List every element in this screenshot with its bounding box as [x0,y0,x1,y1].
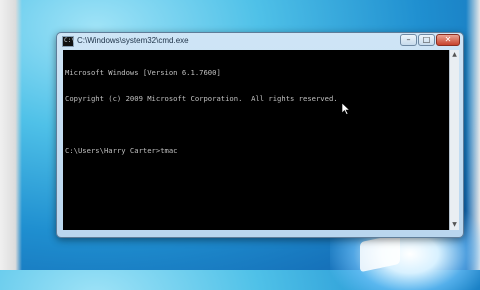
cmd-app-icon[interactable]: C:\ [62,36,75,47]
mouse-pointer-icon [342,103,350,115]
scroll-down-arrow-icon[interactable]: ▼ [451,221,458,229]
console-line-copyright: Copyright (c) 2009 Microsoft Corporation… [65,93,338,103]
window-title: C:\Windows\system32\cmd.exe [77,36,189,45]
console-output-area[interactable]: Microsoft Windows [Version 6.1.7600] Cop… [63,50,449,230]
monitor-bezel-left [0,0,22,270]
console-line-version: Microsoft Windows [Version 6.1.7600] [65,68,221,78]
console-text: Microsoft Windows [Version 6.1.7600] Cop… [65,52,338,172]
minimize-button[interactable]: – [400,34,417,46]
command-prompt-window[interactable]: C:\ C:\Windows\system32\cmd.exe – □ ✕ Mi… [56,32,464,238]
title-bar[interactable]: C:\ C:\Windows\system32\cmd.exe – □ ✕ [57,33,463,49]
scroll-up-arrow-icon[interactable]: ▲ [451,51,458,59]
maximize-button[interactable]: □ [418,34,435,46]
close-button[interactable]: ✕ [436,34,460,46]
cmd-app-icon-label: C:\ [64,37,75,44]
vertical-scrollbar[interactable]: ▲ ▼ [449,50,459,230]
console-prompt: C:\Users\Harry Carter>tmac [65,145,178,155]
